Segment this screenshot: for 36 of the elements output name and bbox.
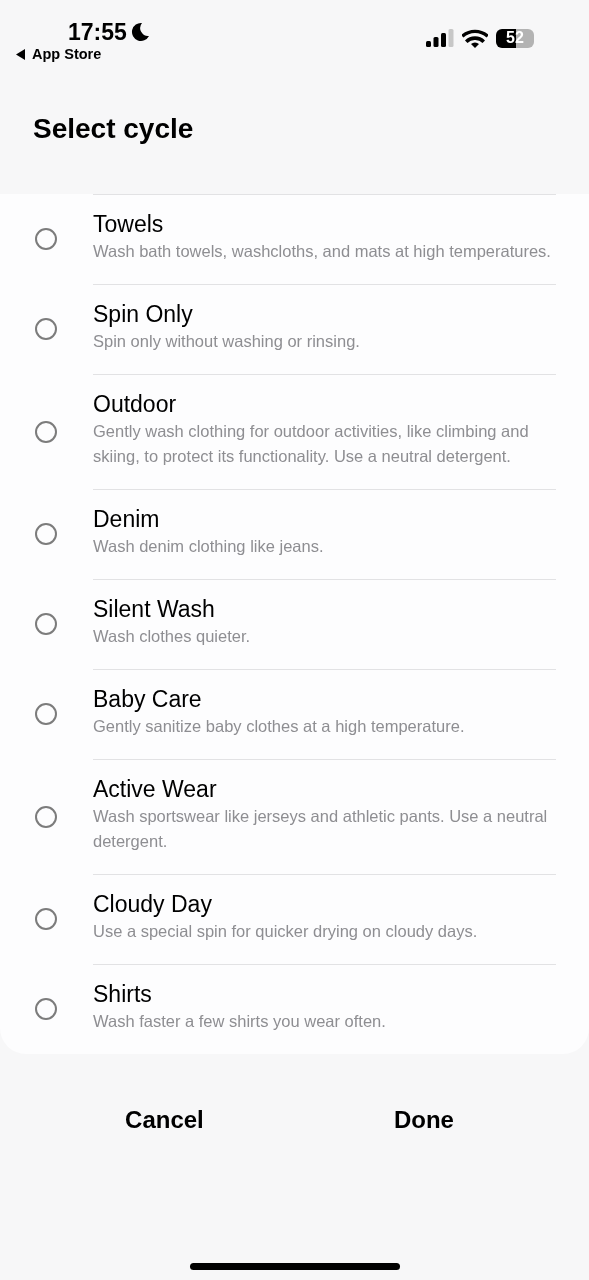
radio-button[interactable]: [35, 998, 57, 1020]
radio-button[interactable]: [35, 420, 57, 443]
moon-icon: [129, 22, 150, 42]
cycle-description: Wash denim clothing like jeans.: [93, 536, 325, 557]
cycle-name[interactable]: Outdoor: [93, 389, 556, 419]
radio-button[interactable]: [35, 805, 57, 828]
radio-button[interactable]: [35, 318, 57, 340]
cycle-name[interactable]: Towels: [93, 209, 556, 239]
cycle-name[interactable]: Active Wear: [93, 774, 556, 804]
cycle-description: Spin only without washing or rinsing.: [93, 331, 361, 352]
cycle-description: Gently wash clothing for outdoor activities, like climbing and skiing, to protect its functionality. Use a neutral detergent.: [93, 421, 530, 467]
cycle-description: Wash sportswear like jerseys and athletic pants. Use a neutral detergent.: [93, 806, 549, 852]
status-time: 17:55: [68, 18, 127, 46]
radio-button[interactable]: [35, 228, 57, 250]
cycle-description: Wash clothes quieter.: [93, 626, 252, 647]
radio-button[interactable]: [35, 523, 57, 545]
cycle-description: Use a special spin for quicker drying on cloudy days.: [93, 921, 479, 942]
cycle-name[interactable]: Cloudy Day: [93, 889, 556, 919]
wifi-icon: [462, 28, 488, 48]
cycle-description: Gently sanitize baby clothes at a high temperature.: [93, 716, 466, 737]
signal-icon: [426, 29, 454, 47]
action-button[interactable]: Done: [385, 1102, 462, 1138]
action-button[interactable]: Cancel: [117, 1102, 212, 1138]
back-to-app-link[interactable]: App Store: [32, 46, 102, 62]
cycle-name[interactable]: Silent Wash: [93, 594, 556, 624]
radio-button[interactable]: [35, 908, 57, 930]
sheet-title: Select cycle: [33, 113, 194, 145]
cycle-name[interactable]: Spin Only: [93, 299, 556, 329]
cycle-description: Wash faster a few shirts you wear often.: [93, 1011, 387, 1032]
cycle-name[interactable]: Shirts: [93, 979, 556, 1009]
cycle-name[interactable]: Baby Care: [93, 684, 556, 714]
cycle-description: Wash bath towels, washcloths, and mats at high temperatures.: [93, 241, 552, 262]
radio-button[interactable]: [35, 613, 57, 635]
radio-button[interactable]: [35, 703, 57, 725]
back-triangle-icon[interactable]: [16, 48, 26, 60]
cycle-name[interactable]: Denim: [93, 504, 556, 534]
